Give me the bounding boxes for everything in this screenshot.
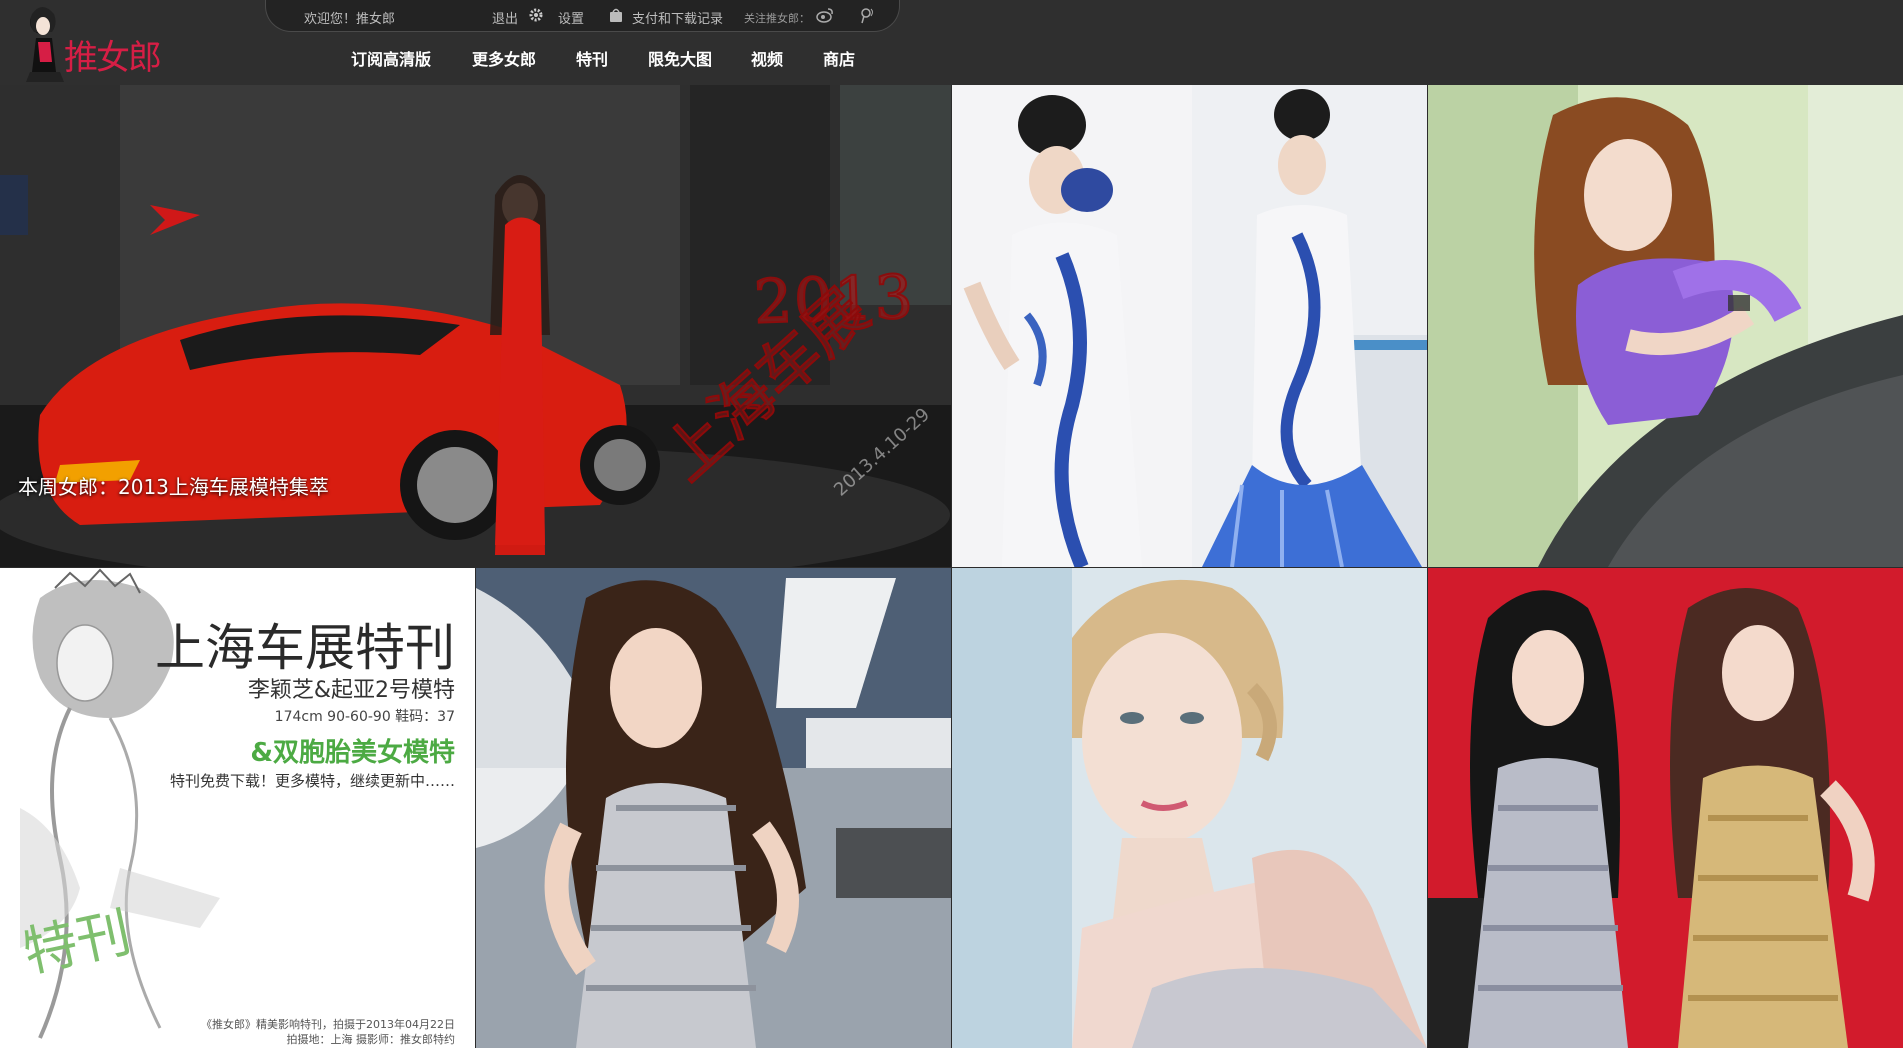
- welcome-text: 欢迎您！推女郎: [304, 12, 396, 27]
- sequin-dress-photo: [476, 568, 951, 1048]
- purple-dress-photo: [1428, 85, 1903, 567]
- special-issue-title: 上海车展特刊: [155, 619, 455, 677]
- nav-more-girls[interactable]: 更多女郎: [472, 46, 536, 70]
- top-user-bar: 欢迎您！推女郎 退出 设置 支付和下载记录 关注推女郎：: [265, 0, 900, 32]
- special-issue-note: 特刊免费下载！更多模特，继续更新中……: [169, 772, 455, 790]
- tencent-weibo-icon[interactable]: [858, 6, 876, 24]
- photo-tile-blonde-portrait[interactable]: [952, 568, 1427, 1048]
- special-issue-tile[interactable]: 上海车展特刊 李颖芝&起亚2号模特 174cm 90-60-90 鞋码：37 &…: [0, 568, 475, 1048]
- special-issue-model: 李颖芝&起亚2号模特: [247, 678, 455, 703]
- photo-tile-sequin-dress[interactable]: [476, 568, 951, 1048]
- weibo-icon[interactable]: [816, 6, 834, 24]
- blonde-portrait-photo: [952, 568, 1427, 1048]
- site-header: 推女郎 欢迎您！推女郎 退出 设置 支付和下载记录 关注推女郎： 订阅高清版 更…: [0, 0, 1903, 85]
- qipao-photo: [952, 85, 1427, 567]
- follow-label: 关注推女郎：: [744, 12, 810, 25]
- site-logo[interactable]: 推女郎: [22, 2, 172, 84]
- nav-free-images[interactable]: 限免大图: [648, 46, 712, 70]
- photo-tile-purple-dress[interactable]: [1428, 85, 1903, 567]
- bag-icon[interactable]: [608, 7, 624, 23]
- nav-video[interactable]: 视频: [751, 46, 783, 70]
- photo-tile-qipao[interactable]: [952, 85, 1427, 567]
- feature-tile[interactable]: 2013 上海车展 2013.4.10-29 本周女郎：2013上海车展模特集萃: [0, 85, 951, 567]
- twins-photo: [1428, 568, 1903, 1048]
- special-issue-stats: 174cm 90-60-90 鞋码：37: [274, 709, 455, 725]
- feature-caption: 本周女郎：2013上海车展模特集萃: [18, 475, 329, 499]
- gear-icon[interactable]: [528, 7, 544, 23]
- logo-figure-icon: [26, 7, 64, 82]
- photo-tile-twins[interactable]: [1428, 568, 1903, 1048]
- special-issue-credit-date: 《推女郎》精美影响特刊，拍摄于2013年04月22日: [201, 1018, 455, 1031]
- special-issue-twins: &双胞胎美女模特: [250, 738, 455, 768]
- nav-subscribe-hd[interactable]: 订阅高清版: [351, 46, 431, 70]
- logout-link[interactable]: 退出: [492, 8, 518, 27]
- nav-special-issue[interactable]: 特刊: [576, 46, 608, 70]
- logo-text: 推女郎: [64, 38, 162, 78]
- records-link[interactable]: 支付和下载记录: [632, 8, 723, 27]
- settings-link[interactable]: 设置: [558, 8, 584, 27]
- special-issue-credit-place: 拍摄地：上海 摄影师：推女郎特约: [286, 1033, 456, 1046]
- nav-shop[interactable]: 商店: [823, 46, 855, 70]
